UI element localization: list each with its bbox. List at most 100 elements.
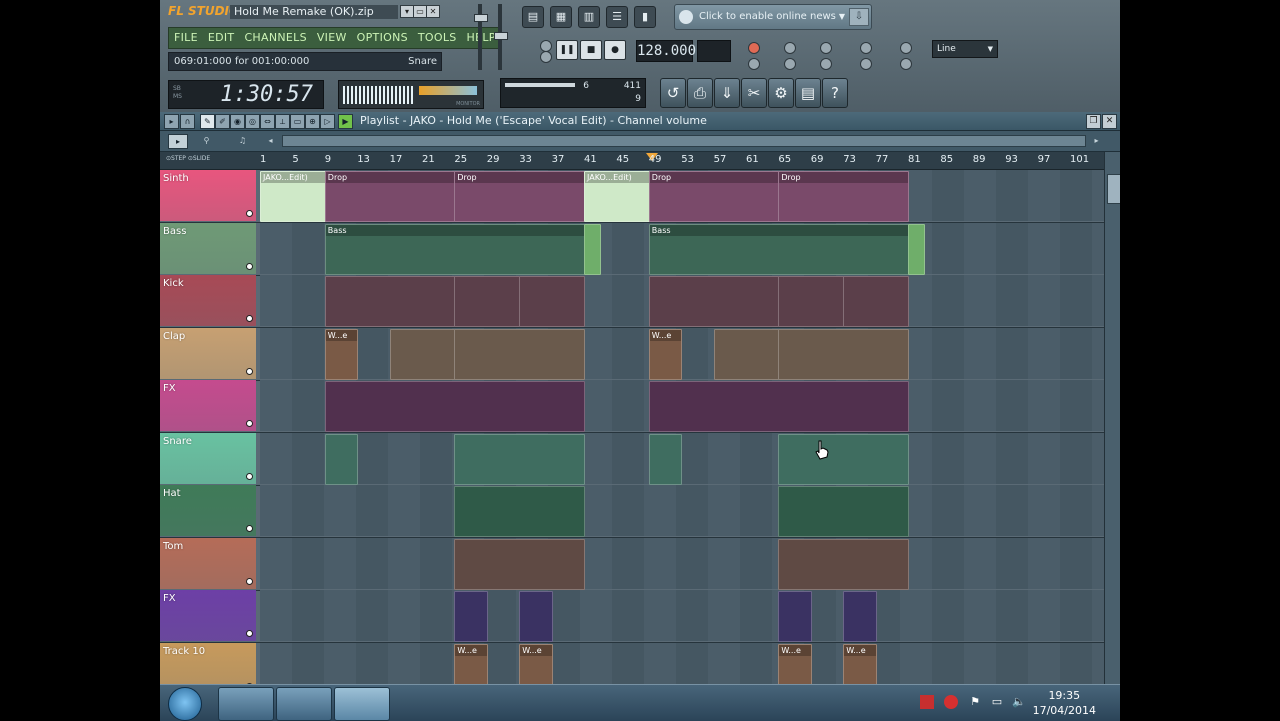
track-header[interactable]: Sinth bbox=[160, 170, 256, 221]
menu-arrow-icon[interactable]: ▸ bbox=[164, 114, 179, 129]
track-lane[interactable] bbox=[260, 275, 1104, 327]
media-taskbar-icon[interactable] bbox=[276, 687, 332, 721]
pause-button[interactable]: ❚❚ bbox=[556, 40, 578, 60]
magnet-icon[interactable]: ∩ bbox=[180, 114, 195, 129]
pattern-clip[interactable] bbox=[584, 223, 602, 275]
loop-record-led[interactable] bbox=[860, 42, 872, 54]
pattern-clip[interactable] bbox=[778, 276, 845, 327]
pattern-clip[interactable] bbox=[324, 381, 585, 432]
pattern-clip[interactable] bbox=[778, 538, 909, 590]
browser-icon[interactable]: ☰ bbox=[606, 6, 628, 28]
volume-icon[interactable]: 🔈 bbox=[1012, 695, 1026, 709]
start-button[interactable] bbox=[168, 687, 202, 721]
flag-icon[interactable]: ⚑ bbox=[968, 695, 982, 709]
pattern-clip[interactable] bbox=[454, 486, 585, 537]
ruler-mode[interactable]: ⊙STEP ⊙SLIDE bbox=[166, 155, 210, 162]
track-select-dot[interactable] bbox=[246, 472, 253, 480]
pattern-clip[interactable]: JAKO...Edit) bbox=[584, 171, 650, 222]
pattern-clip[interactable] bbox=[843, 276, 909, 327]
pattern-clip[interactable]: Drop bbox=[324, 171, 456, 222]
pattern-clip[interactable]: Drop bbox=[778, 171, 909, 222]
track-lane[interactable] bbox=[260, 380, 1104, 432]
track-select-dot[interactable] bbox=[246, 525, 253, 532]
play-icon[interactable]: ▶ bbox=[338, 114, 353, 129]
playlist-view-icon[interactable]: ▤ bbox=[522, 6, 544, 28]
menu-channels[interactable]: CHANNELS bbox=[239, 28, 311, 48]
track-select-dot[interactable] bbox=[246, 577, 253, 585]
pattern-clip[interactable] bbox=[454, 591, 488, 642]
wait-led[interactable] bbox=[820, 42, 832, 54]
record-led[interactable] bbox=[748, 42, 760, 54]
blend-led[interactable] bbox=[820, 58, 832, 70]
multilink-led[interactable] bbox=[860, 58, 872, 70]
typing-keyboard-led[interactable] bbox=[748, 58, 760, 70]
pattern-clip[interactable] bbox=[324, 433, 359, 485]
track-select-dot[interactable] bbox=[246, 262, 253, 270]
mixer-icon[interactable]: ▮ bbox=[634, 6, 656, 28]
pattern-clip[interactable] bbox=[778, 433, 909, 485]
undo-icon[interactable]: ↺ bbox=[660, 78, 686, 108]
maximize-icon[interactable]: ❐ bbox=[1086, 114, 1101, 129]
snap-selector[interactable]: Line ▼ bbox=[932, 40, 998, 58]
step-edit-led[interactable] bbox=[900, 42, 912, 54]
track-lane[interactable]: W...e W...e bbox=[260, 327, 1104, 380]
pattern-clip[interactable] bbox=[324, 276, 456, 327]
pattern-clip[interactable] bbox=[454, 433, 585, 485]
draw-tool-icon[interactable]: ✎ bbox=[200, 114, 215, 129]
time-display[interactable]: SB MS 1:30:57 bbox=[168, 80, 324, 109]
vertical-scrollbar[interactable] bbox=[1104, 152, 1120, 684]
tempo-display[interactable]: 128.000 bbox=[636, 40, 696, 62]
channel-icon[interactable]: ⚲ bbox=[200, 134, 213, 147]
track-select-dot[interactable] bbox=[246, 210, 253, 217]
pattern-clip[interactable]: W...e bbox=[324, 328, 359, 380]
pattern-clip[interactable] bbox=[389, 328, 456, 380]
select-tool-icon[interactable]: ▭ bbox=[290, 114, 305, 129]
vertical-scroll-thumb[interactable] bbox=[1107, 174, 1120, 204]
info-icon[interactable]: ▤ bbox=[795, 78, 821, 108]
close-button[interactable]: ✕ bbox=[426, 5, 440, 18]
track-select-dot[interactable] bbox=[246, 420, 253, 427]
pattern-clip[interactable] bbox=[454, 276, 521, 327]
mute-tool-icon[interactable]: ◎ bbox=[245, 114, 260, 129]
pattern-clip[interactable]: Bass bbox=[324, 223, 585, 275]
stop-button[interactable]: ■ bbox=[580, 40, 602, 60]
record-button[interactable]: ● bbox=[604, 40, 626, 60]
paint-tool-icon[interactable]: ✐ bbox=[215, 114, 230, 129]
track-header[interactable]: Tom bbox=[160, 537, 256, 589]
fl-studio-taskbar-icon[interactable] bbox=[334, 687, 390, 721]
playback-tool-icon[interactable]: ▷ bbox=[320, 114, 335, 129]
pattern-clip[interactable] bbox=[778, 486, 909, 537]
master-volume-knob[interactable] bbox=[474, 14, 488, 22]
pattern-clip[interactable] bbox=[843, 591, 877, 642]
settings-icon[interactable]: ⚙ bbox=[768, 78, 794, 108]
pattern-clip[interactable] bbox=[519, 591, 553, 642]
punch-led[interactable] bbox=[900, 58, 912, 70]
track-header[interactable]: Bass bbox=[160, 222, 256, 274]
pattern-clip[interactable]: Drop bbox=[454, 171, 585, 222]
track-header[interactable]: Hat bbox=[160, 485, 256, 536]
metronome-led[interactable] bbox=[784, 42, 796, 54]
delete-tool-icon[interactable]: ◉ bbox=[230, 114, 245, 129]
chevron-down-icon[interactable]: ▼ bbox=[839, 5, 845, 29]
slice-tool-icon[interactable]: ⟂ bbox=[275, 114, 290, 129]
pattern-selector[interactable] bbox=[697, 40, 731, 62]
slip-tool-icon[interactable]: ⇔ bbox=[260, 114, 275, 129]
pattern-clip[interactable] bbox=[778, 591, 812, 642]
track-header[interactable]: FX bbox=[160, 380, 256, 431]
scroll-right-icon[interactable]: ▸ bbox=[1090, 134, 1103, 147]
track-lane[interactable] bbox=[260, 485, 1104, 537]
zoom-tool-icon[interactable]: ⊕ bbox=[305, 114, 320, 129]
timeline-ruler[interactable]: ⊙STEP ⊙SLIDE 1 5 9 13 17 21 25 29 33 37 41 45 49 53 57… bbox=[160, 152, 1120, 170]
track-select-dot[interactable] bbox=[246, 630, 253, 637]
antivirus-icon[interactable] bbox=[944, 695, 958, 709]
waveform-monitor[interactable]: MONITOR bbox=[338, 80, 484, 109]
track-lane[interactable] bbox=[260, 537, 1104, 590]
pattern-clip[interactable] bbox=[648, 433, 683, 485]
menu-file[interactable]: FILE bbox=[169, 28, 203, 48]
pattern-clip[interactable] bbox=[713, 328, 780, 380]
save-icon[interactable]: ⎙ bbox=[687, 78, 713, 108]
track-lane[interactable] bbox=[260, 590, 1104, 642]
pattern-clip[interactable] bbox=[648, 276, 780, 327]
network-icon[interactable]: ▭ bbox=[990, 695, 1004, 709]
menu-view[interactable]: VIEW bbox=[312, 28, 352, 48]
